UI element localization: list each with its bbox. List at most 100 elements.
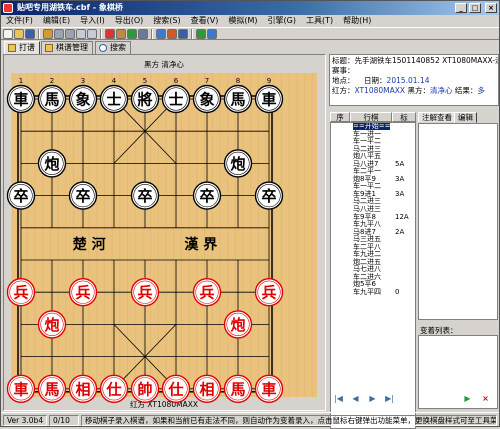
help-icon[interactable] [207,29,217,39]
menu-export[interactable]: 导出(O) [110,15,149,27]
play-button[interactable]: ▶ [461,393,474,405]
prev-move-button[interactable]: ◀ [349,393,362,405]
board-icon[interactable] [116,29,126,39]
app-window: 贴吧专用湖铁车.cbf - 象棋桥 _ □ × 文件(F) 编辑(E) 导入(I) 导… [0,0,500,429]
first-move-button[interactable]: |◀ [332,393,345,405]
tab-bar: 打谱 棋谱管理 搜索 [1,41,499,54]
status-version: Ver 3.0b4 [3,415,47,426]
black-piece[interactable]: 卒 [130,181,160,210]
menu-file[interactable]: 文件(F) [1,15,38,27]
red-piece[interactable]: 相 [68,374,98,403]
red-piece[interactable]: 馬 [37,374,67,403]
tab-notes-edit[interactable]: 编辑 [454,112,477,123]
board-panel: 黑方 清净心红方 XT1080MAXX123456789九八七六五四三二一楚 河… [3,54,326,411]
black-piece[interactable]: 士 [161,84,191,114]
top-file-number: 9 [267,77,271,85]
open-dropdown-icon[interactable] [43,29,53,39]
black-piece[interactable]: 象 [68,84,98,114]
tab-search[interactable]: 搜索 [95,41,131,54]
info-date-value: 2015.01.14 [386,76,430,85]
black-piece[interactable]: 車 [6,84,36,114]
river-left-label: 楚 河 [72,236,106,253]
col-mark[interactable]: 标 [392,112,416,122]
black-piece[interactable]: 卒 [192,181,222,210]
menu-edit[interactable]: 编辑(E) [38,15,75,27]
save-icon[interactable] [25,29,35,39]
piece-label: 兵 [13,284,28,302]
menu-search[interactable]: 搜索(S) [148,15,185,27]
menu-help[interactable]: 帮助(H) [338,15,376,27]
check-icon[interactable] [127,29,137,39]
toolbar-separator [100,29,102,39]
black-piece[interactable]: 將 [130,84,160,114]
last-move-button[interactable]: ▶| [383,393,396,405]
red-piece[interactable]: 兵 [6,277,36,307]
black-piece[interactable]: 卒 [254,181,284,210]
back-icon[interactable] [54,29,64,39]
engine-icon[interactable] [167,29,177,39]
top-file-number: 8 [236,77,240,85]
book-icon[interactable] [178,29,188,39]
tab-search-label: 搜索 [110,43,126,52]
red-piece[interactable]: 仕 [161,374,191,403]
red-piece[interactable]: 兵 [130,277,160,307]
red-piece[interactable]: 相 [192,374,222,403]
red-piece[interactable]: 炮 [37,310,67,339]
red-piece[interactable]: 車 [254,374,284,403]
open-icon[interactable] [14,29,24,39]
red-piece[interactable]: 兵 [192,277,222,307]
red-piece[interactable]: 車 [6,374,36,403]
info-result-label: 结果： [454,86,478,95]
menu-simulate[interactable]: 模拟(M) [223,15,262,27]
tab-play[interactable]: 打谱 [4,41,40,54]
col-moves[interactable]: 行棋 [350,112,392,122]
piece-label: 士 [106,91,121,109]
black-piece[interactable]: 象 [192,84,222,114]
red-piece[interactable]: 仕 [99,374,129,403]
black-piece[interactable]: 卒 [6,181,36,210]
paste-icon[interactable] [87,29,97,39]
pencil-icon [8,44,16,52]
copy-icon[interactable] [76,29,86,39]
analyze-icon[interactable] [196,29,206,39]
menu-view[interactable]: 查看(V) [186,15,224,27]
menu-engine[interactable]: 引擎(G) [263,15,301,27]
new-icon[interactable] [3,29,13,39]
maximize-button[interactable]: □ [469,3,481,13]
col-seq[interactable]: 序 [330,112,350,122]
notes-area[interactable] [418,123,498,320]
forward-icon[interactable] [65,29,75,39]
chess-board[interactable]: 黑方 清净心红方 XT1080MAXX123456789九八七六五四三二一楚 河… [4,55,325,410]
move-item[interactable]: 车九平四 0 [331,288,415,297]
red-piece[interactable]: 炮 [223,310,253,339]
piece-label: 炮 [44,316,59,334]
menu-tools[interactable]: 工具(T) [301,15,338,27]
black-piece[interactable]: 車 [254,84,284,114]
delete-move-button[interactable]: × [479,393,492,405]
red-piece[interactable]: 兵 [254,277,284,307]
tab-notes-view[interactable]: 注解查看 [418,112,456,123]
minimize-button[interactable]: _ [455,3,467,13]
move-tag: 0 [395,288,400,297]
black-piece[interactable]: 炮 [223,149,253,178]
refresh-icon[interactable] [156,29,166,39]
black-piece[interactable]: 馬 [223,84,253,114]
close-button[interactable]: × [485,3,497,13]
next-move-button[interactable]: ▶ [366,393,379,405]
delete-icon[interactable] [105,29,115,39]
piece-label: 炮 [230,155,245,173]
red-piece[interactable]: 帥 [130,374,160,403]
tab-game-management[interactable]: 棋谱管理 [41,41,93,54]
black-piece[interactable]: 馬 [37,84,67,114]
grid-icon[interactable] [138,29,148,39]
move-list[interactable]: ==开始== 车一进一 车一平二 马二进三 炮八平五 马八进7 5A 车二平一 炮8平9 3A 车一… [330,122,416,429]
piece-label: 車 [261,380,276,398]
menu-import[interactable]: 导入(I) [75,15,110,27]
red-piece[interactable]: 馬 [223,374,253,403]
black-piece[interactable]: 卒 [68,181,98,210]
black-piece[interactable]: 炮 [37,149,67,178]
info-red-label: 红方： [332,86,355,95]
black-piece[interactable]: 士 [99,84,129,114]
top-file-number: 4 [112,77,117,85]
red-piece[interactable]: 兵 [68,277,98,307]
